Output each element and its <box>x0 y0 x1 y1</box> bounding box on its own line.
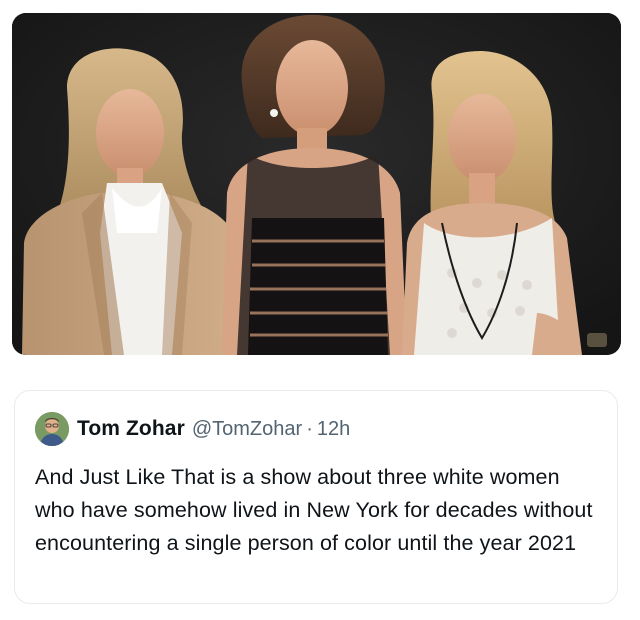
display-name[interactable]: Tom Zohar <box>77 417 185 441</box>
tweet-card[interactable]: Tom Zohar @TomZohar · 12h And Just Like … <box>14 390 618 604</box>
avatar-icon <box>35 412 69 446</box>
screenshot-page: Tom Zohar @TomZohar · 12h And Just Like … <box>0 0 640 620</box>
dot-separator: · <box>306 417 313 440</box>
timestamp[interactable]: 12h <box>317 418 350 441</box>
tweet-text: And Just Like That is a show about three… <box>35 465 593 555</box>
photo-image <box>12 13 621 355</box>
middle-person-figure <box>222 14 407 355</box>
handle[interactable]: @TomZohar <box>192 418 302 441</box>
avatar[interactable] <box>35 412 69 446</box>
group-photo-image <box>12 13 621 355</box>
tweet-header: Tom Zohar @TomZohar · 12h <box>35 411 595 447</box>
